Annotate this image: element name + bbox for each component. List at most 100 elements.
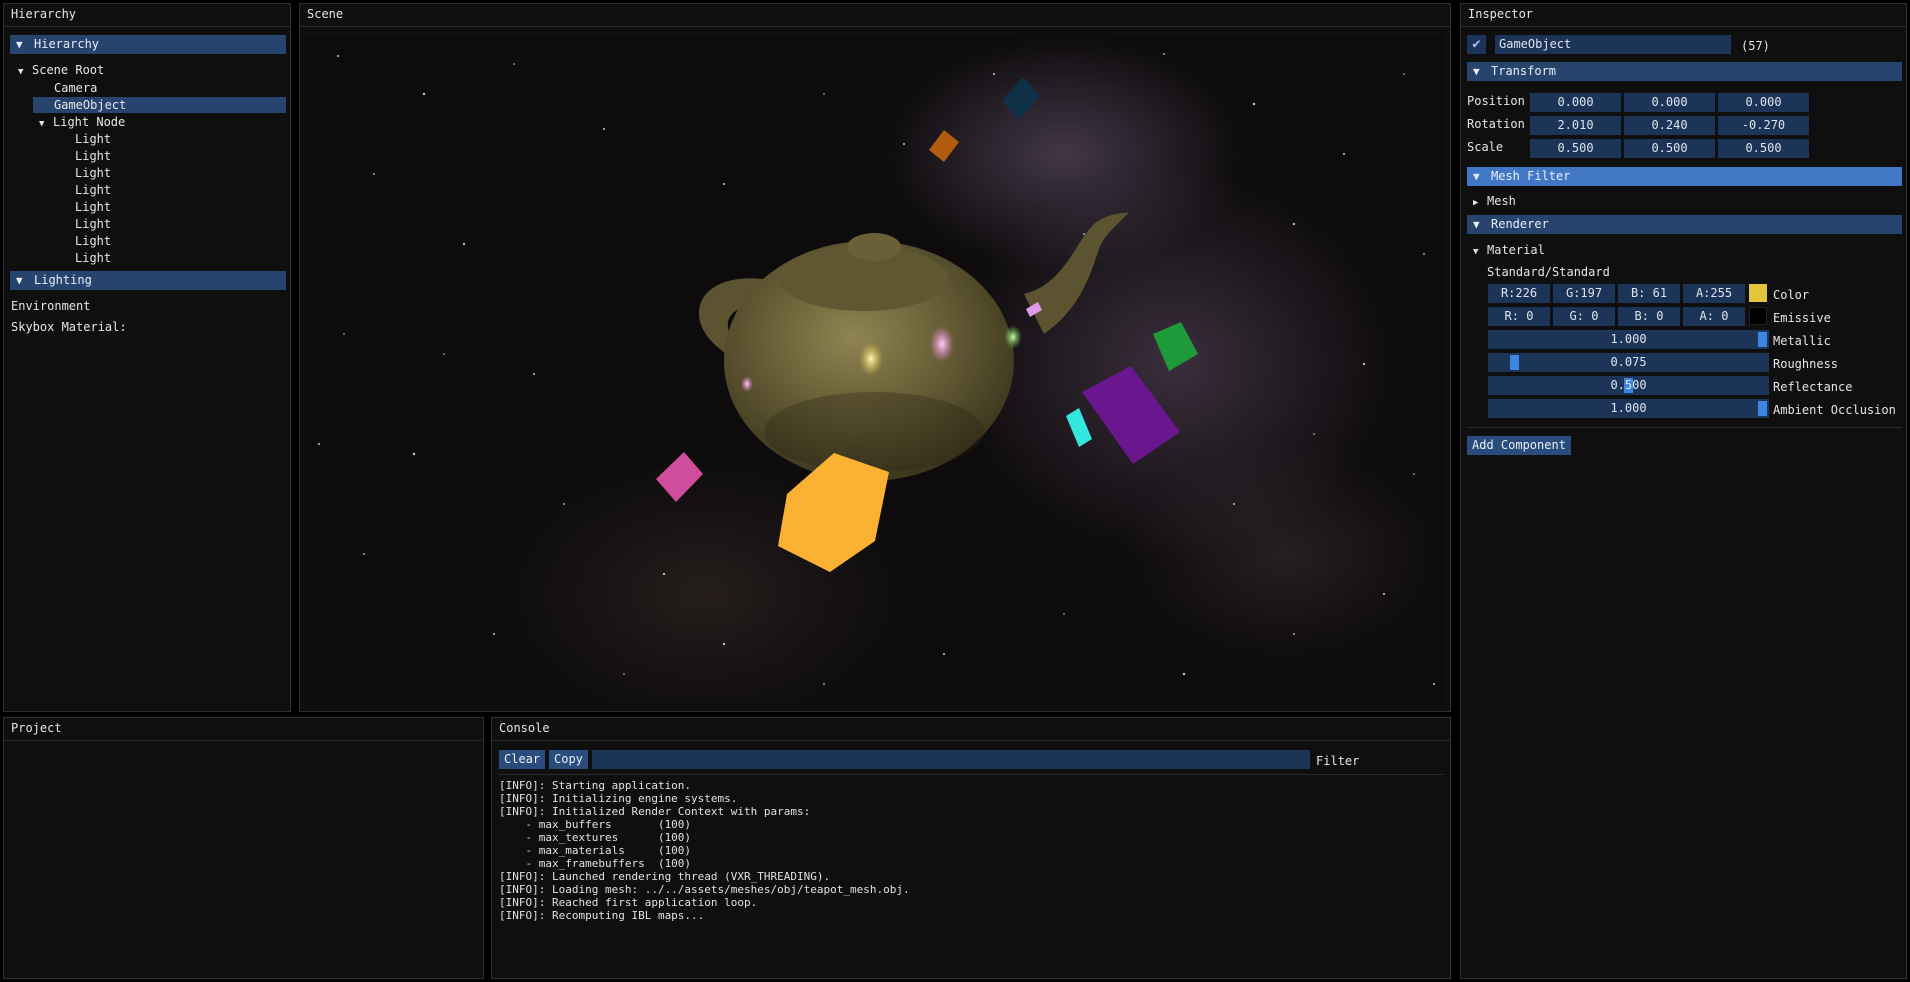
slider-grab[interactable] xyxy=(1510,355,1519,370)
position-x-field[interactable]: 0.000 xyxy=(1530,93,1621,112)
log-line: [INFO]: Loading mesh: ../../assets/meshe… xyxy=(499,883,910,896)
expand-arrow-icon: ▼ xyxy=(18,67,24,77)
color-g-field[interactable]: G:197 xyxy=(1553,284,1615,303)
inspector-panel-title: Inspector xyxy=(1461,4,1906,27)
color-swatch[interactable] xyxy=(1749,284,1767,302)
collapse-triangle-icon: ▼ xyxy=(1473,170,1480,183)
lighting-header[interactable]: ▼ Lighting xyxy=(10,271,286,290)
color-a-field[interactable]: A:255 xyxy=(1683,284,1745,303)
roughness-label: Roughness xyxy=(1773,357,1839,371)
mesh-filter-header[interactable]: ▼ Mesh Filter xyxy=(1467,167,1902,186)
scene-panel-title: Scene xyxy=(300,4,1450,27)
tree-item-light[interactable]: Light xyxy=(75,182,111,198)
color-r-field[interactable]: R:226 xyxy=(1488,284,1550,303)
cube-purple xyxy=(1082,366,1180,464)
filter-label: Filter xyxy=(1316,754,1360,768)
rotation-x-field[interactable]: 2.010 xyxy=(1530,116,1621,135)
emissive-label: Emissive xyxy=(1773,311,1831,325)
console-log: [INFO]: Starting application. [INFO]: In… xyxy=(499,779,910,922)
scene-render xyxy=(318,53,1435,685)
collapse-triangle-icon: ▼ xyxy=(16,38,23,51)
expand-arrow-icon: ▼ xyxy=(39,119,45,129)
log-line: [INFO]: Launched rendering thread (VXR_T… xyxy=(499,870,831,883)
hierarchy-panel: Hierarchy ▼ Hierarchy ▼ Scene Root Camera… xyxy=(3,3,291,712)
object-id-label: (57) xyxy=(1741,39,1770,53)
reflectance-slider[interactable]: 0.500 xyxy=(1488,376,1769,395)
cube-green xyxy=(1153,322,1198,371)
enabled-checkbox[interactable]: ✔ xyxy=(1467,35,1486,54)
renderer-header-label: Renderer xyxy=(1491,217,1549,231)
hierarchy-panel-title: Hierarchy xyxy=(4,4,290,27)
log-line: - max_textures (100) xyxy=(499,831,692,844)
tree-item-light[interactable]: Light xyxy=(75,250,111,266)
cube-cyan xyxy=(1066,408,1092,447)
ambient-occlusion-slider[interactable]: 1.000 xyxy=(1488,399,1769,418)
color-b-field[interactable]: B: 61 xyxy=(1618,284,1680,303)
expand-arrow-icon: ▶ xyxy=(1473,198,1479,208)
tree-item-scene-root[interactable]: ▼ Scene Root xyxy=(18,62,104,80)
tree-item-label: Scene Root xyxy=(32,63,105,77)
tree-item-camera[interactable]: Camera xyxy=(54,80,97,96)
filter-input[interactable] xyxy=(592,750,1310,769)
position-y-field[interactable]: 0.000 xyxy=(1624,93,1715,112)
log-line: - max_framebuffers (100) xyxy=(499,857,692,870)
tree-item-light[interactable]: Light xyxy=(75,199,111,215)
renderer-header[interactable]: ▼ Renderer xyxy=(1467,215,1902,234)
slider-grab[interactable] xyxy=(1758,332,1767,347)
add-component-button[interactable]: Add Component xyxy=(1467,436,1571,455)
rotation-label: Rotation xyxy=(1467,117,1525,131)
clear-button[interactable]: Clear xyxy=(499,750,546,769)
metallic-slider[interactable]: 1.000 xyxy=(1488,330,1769,349)
slider-grab[interactable] xyxy=(1758,401,1767,416)
copy-button[interactable]: Copy xyxy=(549,750,588,769)
tree-item-light-node[interactable]: ▼ Light Node xyxy=(39,114,125,132)
log-line: [INFO]: Starting application. xyxy=(499,779,692,792)
tree-item-gameobject[interactable]: GameObject xyxy=(33,97,286,113)
tree-item-light[interactable]: Light xyxy=(75,165,111,181)
tree-item-light[interactable]: Light xyxy=(75,131,111,147)
slider-value: 1.000 xyxy=(1610,401,1647,415)
log-line: - max_materials (100) xyxy=(499,844,692,857)
emissive-g-field[interactable]: G: 0 xyxy=(1553,307,1615,326)
emissive-a-field[interactable]: A: 0 xyxy=(1683,307,1745,326)
environment-label: Environment xyxy=(11,299,91,313)
shader-name: Standard/Standard xyxy=(1487,265,1610,279)
project-panel: Project xyxy=(3,717,484,979)
tree-item-label: Light Node xyxy=(53,115,126,129)
scale-z-field[interactable]: 0.500 xyxy=(1718,139,1809,158)
tree-item-light[interactable]: Light xyxy=(75,233,111,249)
scene-viewport[interactable] xyxy=(304,34,1444,706)
rotation-y-field[interactable]: 0.240 xyxy=(1624,116,1715,135)
roughness-slider[interactable]: 0.075 xyxy=(1488,353,1769,372)
log-line: [INFO]: Recomputing IBL maps... xyxy=(499,909,705,922)
mesh-filter-header-label: Mesh Filter xyxy=(1491,169,1571,183)
emissive-swatch[interactable] xyxy=(1749,307,1767,325)
position-z-field[interactable]: 0.000 xyxy=(1718,93,1809,112)
cube-yellow xyxy=(778,453,889,572)
inspector-panel: Inspector ✔ GameObject (57) ▼ Transform … xyxy=(1460,3,1907,979)
rotation-z-field[interactable]: -0.270 xyxy=(1718,116,1809,135)
object-name-field[interactable]: GameObject xyxy=(1495,35,1731,54)
log-line: [INFO]: Initializing engine systems. xyxy=(499,792,738,805)
emissive-r-field[interactable]: R: 0 xyxy=(1488,307,1550,326)
checkmark-icon: ✔ xyxy=(1472,36,1481,52)
slider-value: 1.000 xyxy=(1610,332,1647,346)
mesh-label: Mesh xyxy=(1487,194,1516,208)
mesh-tree-node[interactable]: ▶ Mesh xyxy=(1473,193,1516,211)
scale-label: Scale xyxy=(1467,140,1504,154)
scale-x-field[interactable]: 0.500 xyxy=(1530,139,1621,158)
transform-header[interactable]: ▼ Transform xyxy=(1467,62,1902,81)
scale-y-field[interactable]: 0.500 xyxy=(1624,139,1715,158)
emissive-b-field[interactable]: B: 0 xyxy=(1618,307,1680,326)
tree-item-light[interactable]: Light xyxy=(75,216,111,232)
teapot-knob xyxy=(847,233,901,261)
collapse-triangle-icon: ▼ xyxy=(1473,65,1480,78)
collapse-triangle-icon: ▼ xyxy=(16,274,23,287)
transform-header-label: Transform xyxy=(1491,64,1557,78)
hierarchy-header[interactable]: ▼ Hierarchy xyxy=(10,35,286,54)
position-label: Position xyxy=(1467,94,1525,108)
tree-item-light[interactable]: Light xyxy=(75,148,111,164)
material-tree-node[interactable]: ▼ Material xyxy=(1473,242,1545,260)
tree-item-label: GameObject xyxy=(54,98,127,112)
console-panel: Console Clear Copy Filter [INFO]: Starti… xyxy=(491,717,1451,979)
